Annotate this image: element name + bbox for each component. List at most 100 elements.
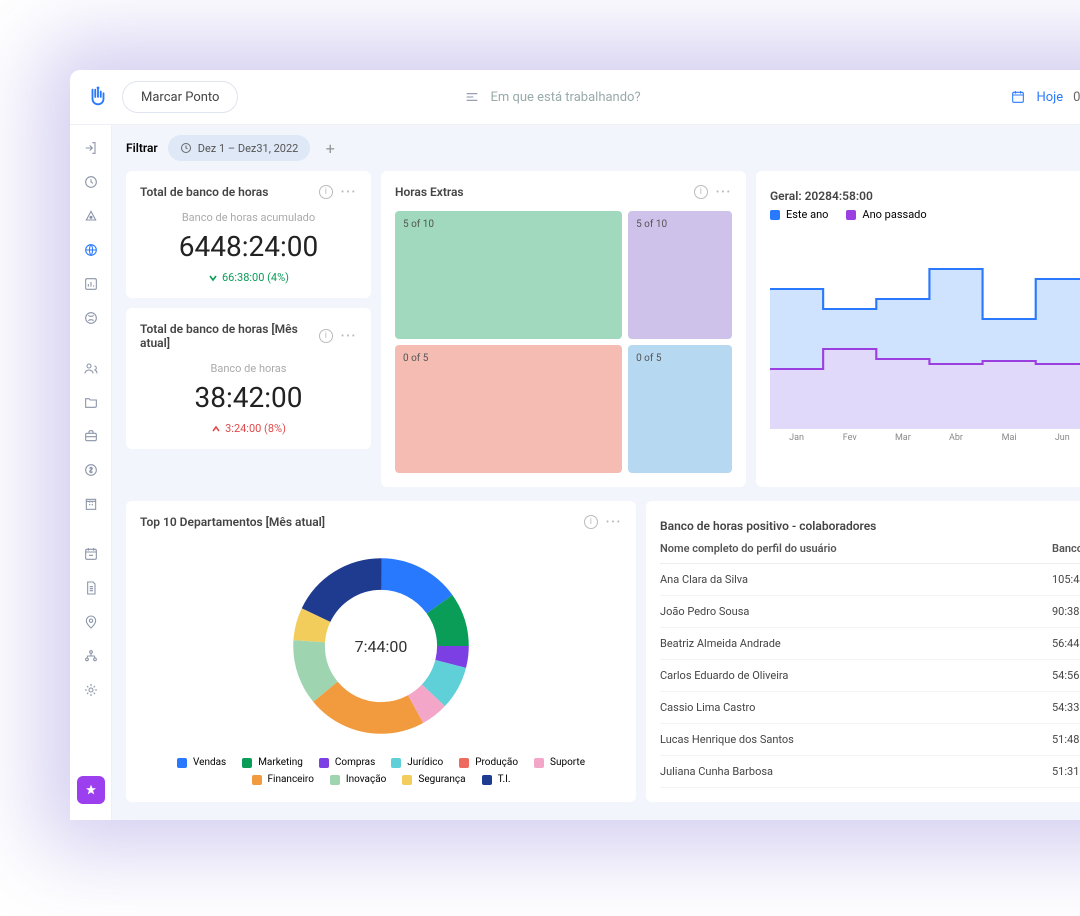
cell-name: Carlos Eduardo de Oliveira <box>660 669 1052 682</box>
marcar-ponto-button[interactable]: Marcar Ponto <box>122 81 238 113</box>
cell-name: Cassio Lima Castro <box>660 701 1052 714</box>
treemap-cell[interactable]: 5 of 10 <box>628 211 732 339</box>
legend-label: Produção <box>475 757 518 768</box>
menu-icon[interactable]: ••• <box>606 517 622 528</box>
info-icon[interactable]: i <box>319 329 333 343</box>
treemap-cell[interactable]: 5 of 10 <box>395 211 622 339</box>
table-row[interactable]: Lucas Henrique dos Santos51:48:00 <box>660 724 1080 756</box>
treemap-cell[interactable]: 0 of 5 <box>628 345 732 473</box>
table-row[interactable]: Beatriz Almeida Andrade56:44:00 <box>660 628 1080 660</box>
legend-label: Este ano <box>786 208 828 221</box>
sidebar <box>70 125 112 820</box>
axis-label: Abr <box>929 433 982 443</box>
add-filter-button[interactable]: + <box>320 138 340 158</box>
legend-label: Suporte <box>550 757 585 768</box>
clock-icon <box>180 142 192 154</box>
legend-label: Marketing <box>258 757 303 768</box>
timer-section: Hoje 0:00:00 <box>1010 83 1080 111</box>
cell-hours: 51:48:00 <box>1052 733 1080 746</box>
menu-icon[interactable]: ••• <box>341 331 357 342</box>
sidebar-item-world[interactable] <box>75 303 107 333</box>
info-icon[interactable]: i <box>584 515 598 529</box>
col-header-name: Nome completo do perfil do usuário <box>660 542 1052 555</box>
card-total-bank: Total de banco de horas i••• Banco de ho… <box>126 171 371 298</box>
star-icon <box>84 783 98 797</box>
brand-logo <box>86 85 110 109</box>
info-icon[interactable]: i <box>319 185 333 199</box>
info-icon[interactable]: i <box>694 185 708 199</box>
metric-subtitle: Banco de horas <box>140 362 357 375</box>
sidebar-item-building[interactable] <box>75 489 107 519</box>
card-top10: Top 10 Departamentos [Mês atual] i ••• <box>126 501 636 802</box>
filter-label: Filtrar <box>126 141 158 155</box>
cell-name: Lucas Henrique dos Santos <box>660 733 1052 746</box>
sidebar-item-org[interactable] <box>75 641 107 671</box>
sidebar-item-enter[interactable] <box>75 133 107 163</box>
chevron-up-icon <box>211 424 221 434</box>
card-title: Geral: 20284:58:00 <box>770 189 873 203</box>
step-chart <box>770 229 1080 429</box>
sidebar-item-clock[interactable] <box>75 167 107 197</box>
search-input[interactable] <box>490 90 784 105</box>
metric-delta: 3:24:00 (8%) <box>140 422 357 435</box>
table-row[interactable]: Carlos Eduardo de Oliveira54:56:00 <box>660 660 1080 692</box>
donut-center: 7:44:00 <box>355 637 408 656</box>
card-title: Total de banco de horas [Mês atual] <box>140 322 319 350</box>
card-month-bank: Total de banco de horas [Mês atual] i •••… <box>126 308 371 449</box>
sidebar-item-settings[interactable] <box>75 675 107 705</box>
favorite-button[interactable] <box>77 776 105 804</box>
legend-label: Ano passado <box>862 208 926 221</box>
table-row[interactable]: Cassio Lima Castro54:33:00 <box>660 692 1080 724</box>
cell-hours: 56:44:00 <box>1052 637 1080 650</box>
sidebar-item-schedule[interactable] <box>75 539 107 569</box>
cell-hours: 54:56:00 <box>1052 669 1080 682</box>
card-horas-extras: Horas Extras i••• 5 of 10 5 of 10 0 of 5… <box>381 171 746 487</box>
axis-label: Mar <box>876 433 929 443</box>
date-range-chip[interactable]: Dez 1 – Dez31, 2022 <box>168 135 311 161</box>
donut-chart: 7:44:00 <box>140 541 622 751</box>
sidebar-item-chart[interactable] <box>75 269 107 299</box>
cell-hours: 54:33:00 <box>1052 701 1080 714</box>
menu-icon[interactable]: ••• <box>341 187 357 198</box>
sidebar-item-money[interactable] <box>75 455 107 485</box>
cell-hours: 90:38:00 <box>1052 605 1080 618</box>
axis-label: Jun <box>1036 433 1080 443</box>
legend-label: Segurança <box>418 774 465 785</box>
sidebar-item-users[interactable] <box>75 353 107 383</box>
search-field[interactable] <box>464 89 784 105</box>
card-title: Top 10 Departamentos [Mês atual] <box>140 515 325 529</box>
x-axis: Jan Fev Mar Abr Mai Jun Jul <box>770 433 1080 443</box>
metric-subtitle: Banco de horas acumulado <box>140 211 357 224</box>
topbar: Marcar Ponto Hoje 0:00:00 <box>70 70 1080 125</box>
axis-label: Jan <box>770 433 823 443</box>
cell-name: Juliana Cunha Barbosa <box>660 765 1052 778</box>
sidebar-item-globe[interactable] <box>75 235 107 265</box>
delta-text: 3:24:00 (8%) <box>225 422 286 435</box>
sidebar-item-folder[interactable] <box>75 387 107 417</box>
legend-label: Compras <box>335 757 375 768</box>
legend-label: T.I. <box>498 774 511 785</box>
today-label: Hoje <box>1036 90 1063 105</box>
sidebar-item-briefcase[interactable] <box>75 421 107 451</box>
cell-hours: 51:31:00 <box>1052 765 1080 778</box>
filter-bar: Filtrar Dez 1 – Dez31, 2022 + <box>112 125 1080 171</box>
chart-legend: Este ano Ano passado <box>770 208 1080 221</box>
list-icon <box>464 89 480 105</box>
table-row[interactable]: João Pedro Sousa90:38:00 <box>660 596 1080 628</box>
col-header-hours: Banco de ho <box>1052 542 1080 555</box>
treemap-cell[interactable]: 0 of 5 <box>395 345 622 473</box>
cell-hours: 105:44:00 <box>1052 573 1080 586</box>
table-row[interactable]: Ana Clara da Silva105:44:00 <box>660 564 1080 596</box>
table-row[interactable]: Juliana Cunha Barbosa51:31:00 <box>660 756 1080 788</box>
sidebar-item-doc[interactable] <box>75 573 107 603</box>
calendar-icon <box>1010 89 1026 105</box>
card-title: Banco de horas positivo - colaboradores <box>660 519 876 533</box>
cell-name: João Pedro Sousa <box>660 605 1052 618</box>
menu-icon[interactable]: ••• <box>716 187 732 198</box>
treemap: 5 of 10 5 of 10 0 of 5 0 of 5 <box>395 211 732 473</box>
axis-label: Mai <box>983 433 1036 443</box>
metric-value: 6448:24:00 <box>140 230 357 263</box>
metric-delta: 66:38:00 (4%) <box>140 271 357 284</box>
sidebar-item-location[interactable] <box>75 607 107 637</box>
sidebar-item-triangle[interactable] <box>75 201 107 231</box>
